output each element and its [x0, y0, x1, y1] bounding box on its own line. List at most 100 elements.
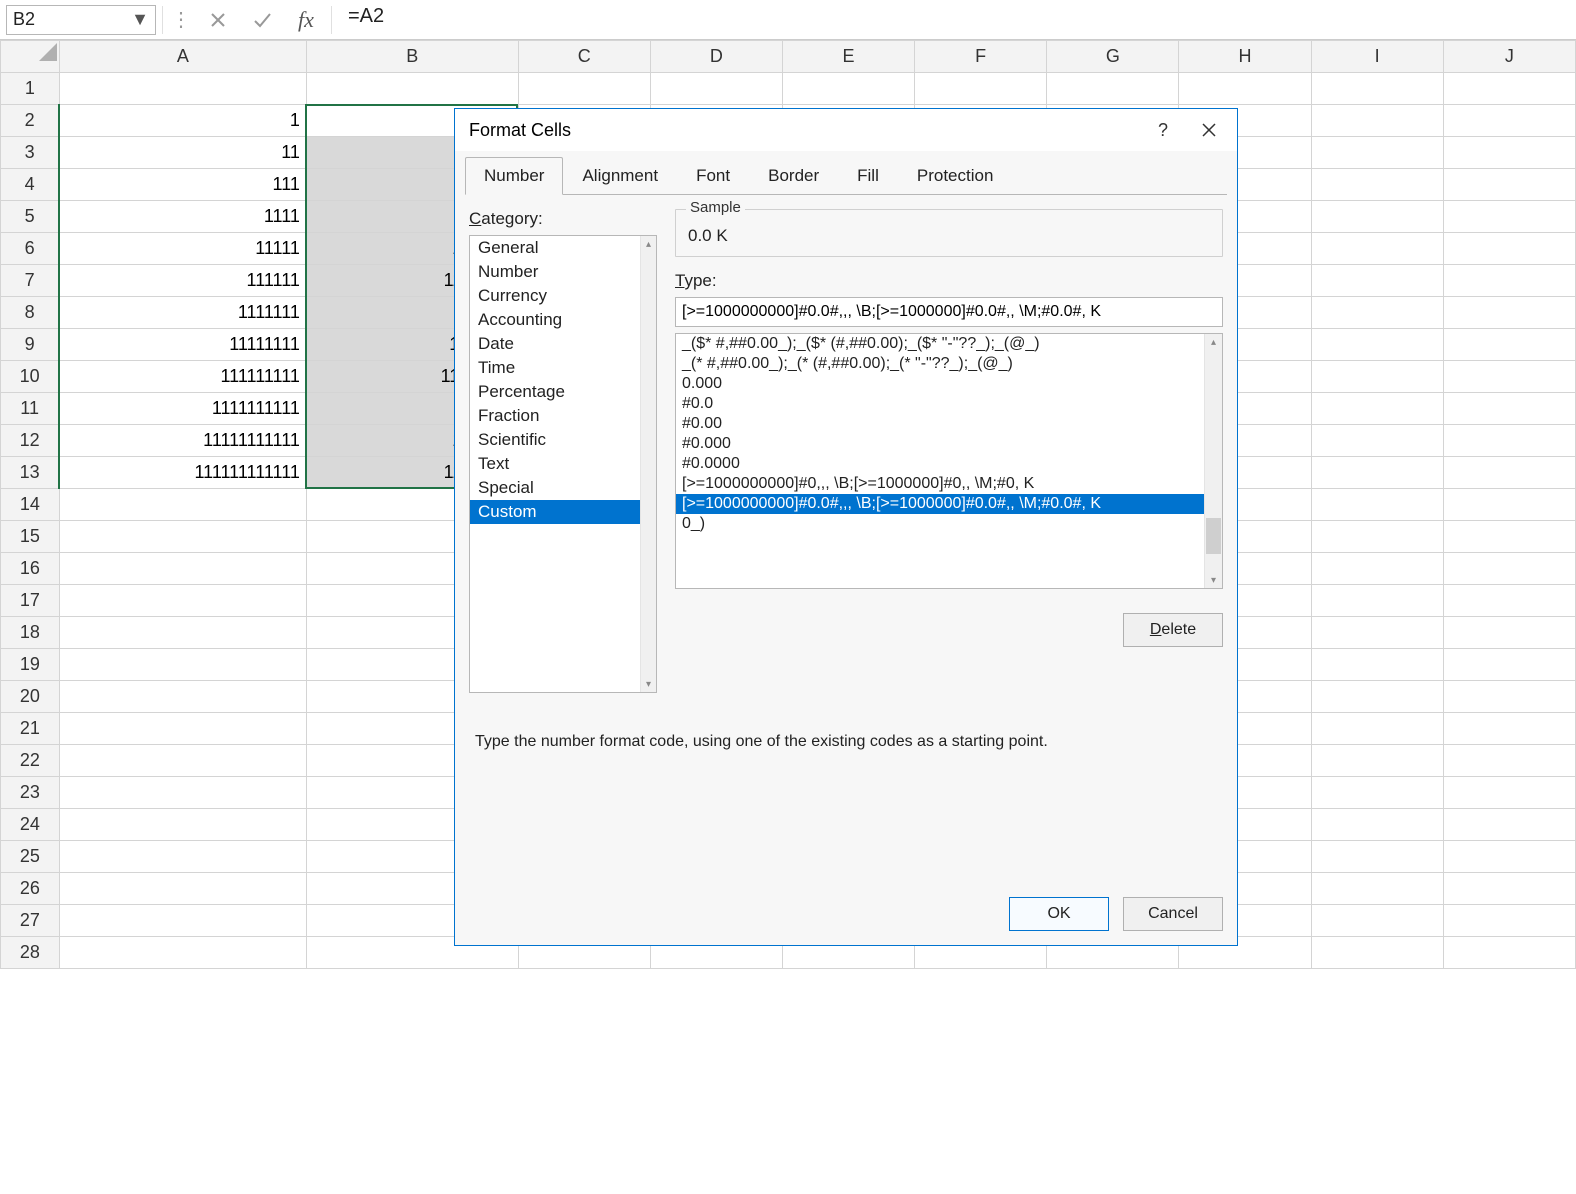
- cell-A16[interactable]: [59, 553, 306, 585]
- cell-I2[interactable]: [1311, 105, 1443, 137]
- row-header-21[interactable]: 21: [1, 713, 60, 745]
- type-item[interactable]: _(* #,##0.00_);_(* (#,##0.00);_(* "-"??_…: [676, 354, 1204, 374]
- cell-I26[interactable]: [1311, 873, 1443, 905]
- row-header-19[interactable]: 19: [1, 649, 60, 681]
- cell-A21[interactable]: [59, 713, 306, 745]
- cell-C1[interactable]: [518, 73, 650, 105]
- cell-A3[interactable]: 11: [59, 137, 306, 169]
- category-item-special[interactable]: Special: [470, 476, 640, 500]
- cell-I1[interactable]: [1311, 73, 1443, 105]
- category-item-accounting[interactable]: Accounting: [470, 308, 640, 332]
- cell-A6[interactable]: 11111: [59, 233, 306, 265]
- cell-A28[interactable]: [59, 937, 306, 969]
- cell-G1[interactable]: [1047, 73, 1179, 105]
- select-all-corner[interactable]: [1, 41, 60, 73]
- cell-A7[interactable]: 111111: [59, 265, 306, 297]
- cell-A20[interactable]: [59, 681, 306, 713]
- cell-J15[interactable]: [1443, 521, 1575, 553]
- cell-E1[interactable]: [782, 73, 914, 105]
- row-header-14[interactable]: 14: [1, 489, 60, 521]
- tab-protection[interactable]: Protection: [898, 157, 1013, 195]
- category-item-custom[interactable]: Custom: [470, 500, 640, 524]
- enter-icon[interactable]: [243, 1, 281, 39]
- chevron-down-icon[interactable]: ▼: [131, 9, 149, 30]
- cell-I5[interactable]: [1311, 201, 1443, 233]
- cell-A14[interactable]: [59, 489, 306, 521]
- scroll-down-icon[interactable]: ▾: [1205, 572, 1222, 588]
- row-header-23[interactable]: 23: [1, 777, 60, 809]
- cell-J8[interactable]: [1443, 297, 1575, 329]
- type-item[interactable]: #0.000: [676, 434, 1204, 454]
- tab-font[interactable]: Font: [677, 157, 749, 195]
- tab-alignment[interactable]: Alignment: [563, 157, 677, 195]
- row-header-20[interactable]: 20: [1, 681, 60, 713]
- delete-button[interactable]: Delete: [1123, 613, 1223, 647]
- scroll-up-icon[interactable]: ▴: [641, 236, 656, 252]
- cell-J23[interactable]: [1443, 777, 1575, 809]
- row-header-18[interactable]: 18: [1, 617, 60, 649]
- cell-I6[interactable]: [1311, 233, 1443, 265]
- cell-I22[interactable]: [1311, 745, 1443, 777]
- column-header-F[interactable]: F: [915, 41, 1047, 73]
- cell-I28[interactable]: [1311, 937, 1443, 969]
- row-header-1[interactable]: 1: [1, 73, 60, 105]
- cell-J6[interactable]: [1443, 233, 1575, 265]
- cell-J24[interactable]: [1443, 809, 1575, 841]
- type-item[interactable]: #0.0000: [676, 454, 1204, 474]
- cell-J11[interactable]: [1443, 393, 1575, 425]
- cell-H1[interactable]: [1179, 73, 1311, 105]
- row-header-24[interactable]: 24: [1, 809, 60, 841]
- cell-D1[interactable]: [650, 73, 782, 105]
- row-header-25[interactable]: 25: [1, 841, 60, 873]
- close-icon[interactable]: [1195, 116, 1223, 144]
- cell-B1[interactable]: [306, 73, 518, 105]
- type-item[interactable]: _($* #,##0.00_);_($* (#,##0.00);_($* "-"…: [676, 334, 1204, 354]
- cell-J2[interactable]: [1443, 105, 1575, 137]
- cell-A4[interactable]: 111: [59, 169, 306, 201]
- cell-I12[interactable]: [1311, 425, 1443, 457]
- row-header-4[interactable]: 4: [1, 169, 60, 201]
- column-header-C[interactable]: C: [518, 41, 650, 73]
- cell-A24[interactable]: [59, 809, 306, 841]
- cell-J12[interactable]: [1443, 425, 1575, 457]
- type-list[interactable]: _($* #,##0.00_);_($* (#,##0.00);_($* "-"…: [675, 333, 1223, 589]
- fx-icon[interactable]: fx: [287, 1, 325, 39]
- scrollbar[interactable]: ▴ ▾: [1204, 334, 1222, 588]
- cell-I11[interactable]: [1311, 393, 1443, 425]
- column-header-E[interactable]: E: [782, 41, 914, 73]
- row-header-6[interactable]: 6: [1, 233, 60, 265]
- category-item-date[interactable]: Date: [470, 332, 640, 356]
- category-item-time[interactable]: Time: [470, 356, 640, 380]
- row-header-9[interactable]: 9: [1, 329, 60, 361]
- cell-J9[interactable]: [1443, 329, 1575, 361]
- cell-J17[interactable]: [1443, 585, 1575, 617]
- category-item-general[interactable]: General: [470, 236, 640, 260]
- column-header-I[interactable]: I: [1311, 41, 1443, 73]
- scroll-down-icon[interactable]: ▾: [641, 676, 656, 692]
- cell-I4[interactable]: [1311, 169, 1443, 201]
- cell-A8[interactable]: 1111111: [59, 297, 306, 329]
- tab-border[interactable]: Border: [749, 157, 838, 195]
- type-item[interactable]: [>=1000000000]#0.0#,,, \B;[>=1000000]#0.…: [676, 494, 1204, 514]
- cell-I3[interactable]: [1311, 137, 1443, 169]
- cell-A5[interactable]: 1111: [59, 201, 306, 233]
- cell-A9[interactable]: 11111111: [59, 329, 306, 361]
- cell-I20[interactable]: [1311, 681, 1443, 713]
- cell-J13[interactable]: [1443, 457, 1575, 489]
- tab-fill[interactable]: Fill: [838, 157, 898, 195]
- cell-J25[interactable]: [1443, 841, 1575, 873]
- row-header-28[interactable]: 28: [1, 937, 60, 969]
- cell-I7[interactable]: [1311, 265, 1443, 297]
- row-header-11[interactable]: 11: [1, 393, 60, 425]
- row-header-2[interactable]: 2: [1, 105, 60, 137]
- cell-J28[interactable]: [1443, 937, 1575, 969]
- row-header-27[interactable]: 27: [1, 905, 60, 937]
- cell-J3[interactable]: [1443, 137, 1575, 169]
- scrollbar-thumb[interactable]: [1206, 518, 1221, 554]
- cell-I14[interactable]: [1311, 489, 1443, 521]
- cell-A2[interactable]: 1: [59, 105, 306, 137]
- cancel-button[interactable]: Cancel: [1123, 897, 1223, 931]
- category-item-scientific[interactable]: Scientific: [470, 428, 640, 452]
- category-item-percentage[interactable]: Percentage: [470, 380, 640, 404]
- formula-input[interactable]: =A2: [338, 5, 1570, 35]
